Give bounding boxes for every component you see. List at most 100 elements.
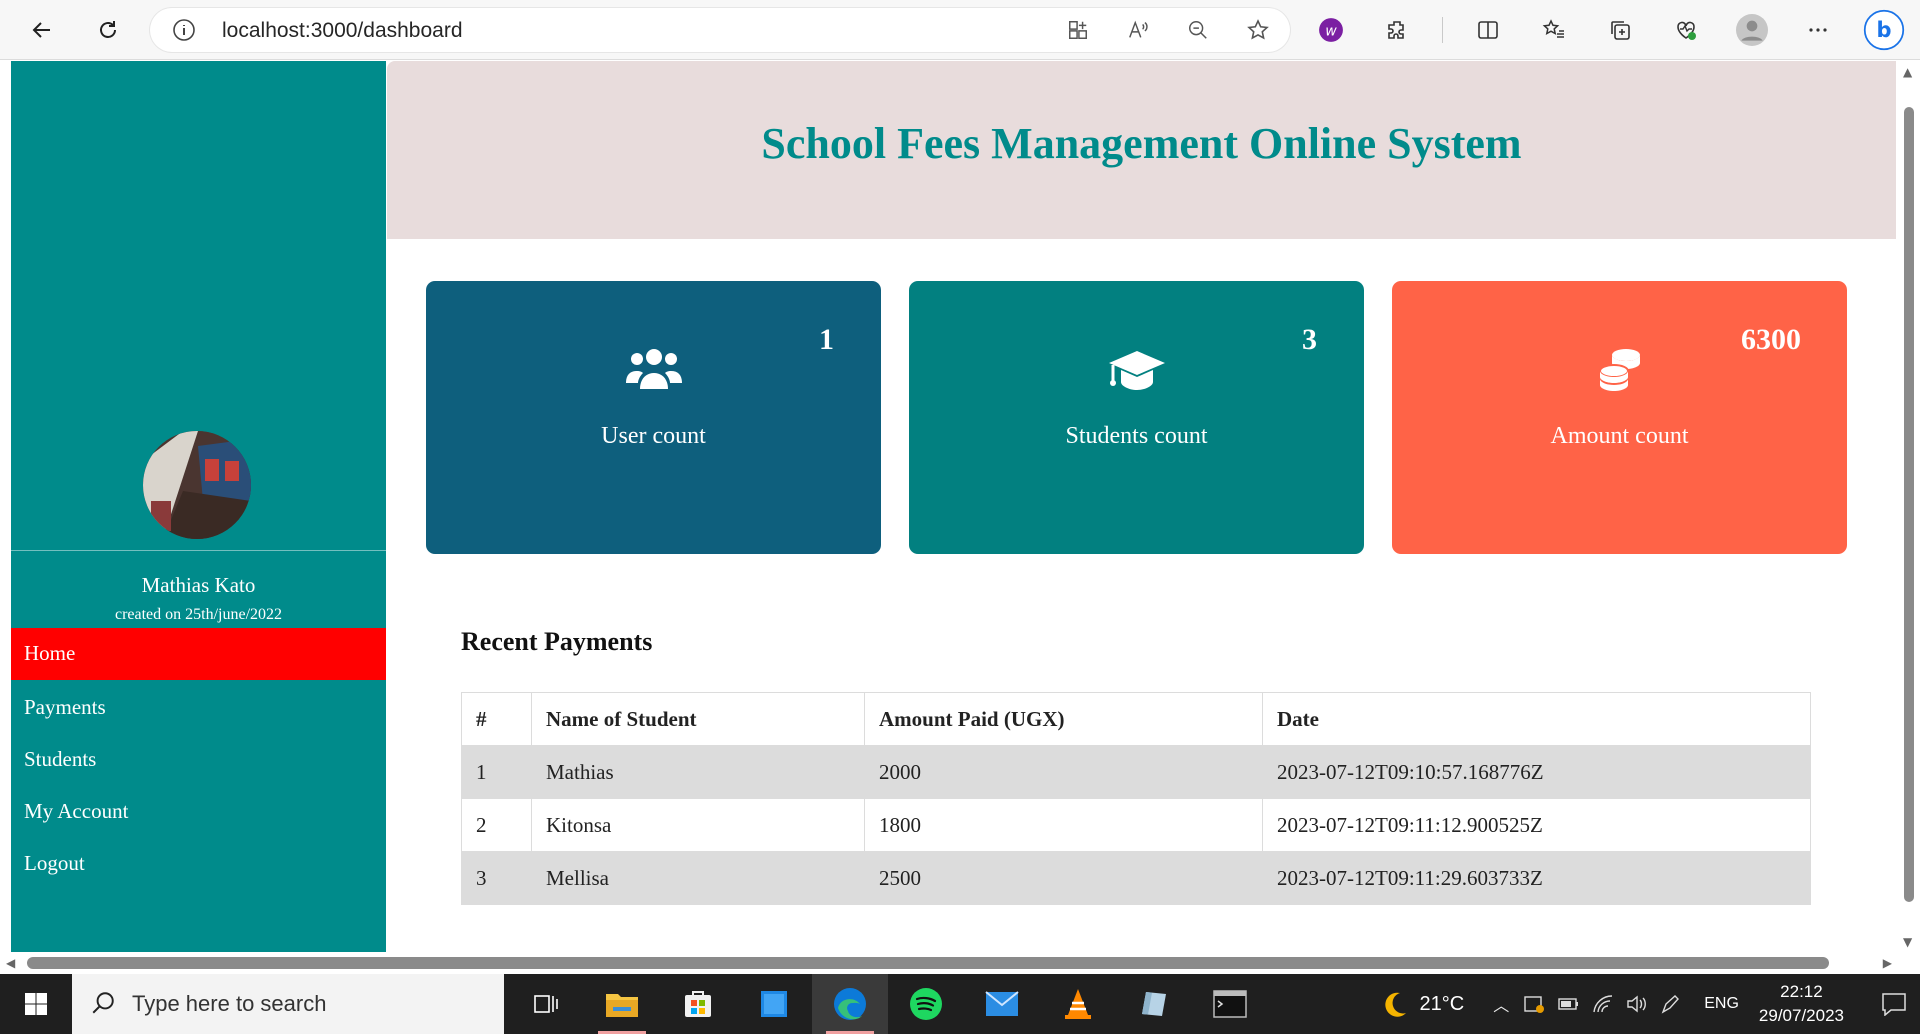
notifications-button[interactable] — [1874, 992, 1914, 1016]
refresh-icon — [100, 21, 116, 38]
battery-icon[interactable] — [1554, 989, 1584, 1019]
split-screen-icon[interactable] — [1467, 10, 1509, 50]
start-button[interactable] — [0, 974, 72, 1034]
taskbar-file-explorer[interactable] — [584, 974, 660, 1034]
sidebar-divider — [11, 550, 386, 551]
more-options-icon[interactable] — [1797, 10, 1839, 50]
language-indicator[interactable]: ENG — [1704, 995, 1739, 1013]
cell-student-name: Mathias — [531, 745, 865, 799]
table-header-row: # Name of Student Amount Paid (UGX) Date — [461, 692, 1811, 746]
bing-copilot-icon[interactable]: b — [1863, 9, 1905, 51]
table-row: 3 Mellisa 2500 2023-07-12T09:11:29.60373… — [461, 851, 1811, 905]
coins-icon — [1598, 349, 1640, 391]
wifi-icon[interactable] — [1588, 989, 1618, 1019]
pen-icon[interactable] — [1656, 989, 1686, 1019]
amount-count-value: 6300 — [1741, 323, 1801, 356]
taskbar-blue-app[interactable] — [736, 974, 812, 1034]
nav-item-logout[interactable]: Logout — [11, 838, 386, 890]
search-icon — [92, 992, 114, 1014]
refresh-button[interactable] — [90, 12, 126, 48]
vertical-scrollbar[interactable]: ▲ ▼ — [1898, 61, 1920, 953]
windows-taskbar: Type here to search 21°C ︿ ENG 22:12 29/… — [0, 974, 1920, 1034]
read-aloud-icon[interactable] — [1120, 16, 1156, 44]
extensions-puzzle-icon[interactable] — [1376, 10, 1418, 50]
taskbar-search-placeholder: Type here to search — [132, 991, 327, 1016]
cell-student-name: Kitonsa — [531, 798, 865, 852]
show-hidden-icons-icon[interactable]: ︿ — [1486, 989, 1516, 1019]
taskbar-edge[interactable] — [812, 974, 888, 1034]
cell-student-name: Mellisa — [531, 851, 865, 905]
extension-w-icon[interactable]: w — [1310, 10, 1352, 50]
column-header-name: Name of Student — [531, 692, 865, 746]
recent-payments-title: Recent Payments — [461, 627, 653, 656]
profile-avatar-icon[interactable] — [1731, 10, 1773, 50]
graduation-cap-icon — [1108, 351, 1165, 390]
terminal-icon — [1213, 990, 1247, 1018]
clock-date: 29/07/2023 — [1758, 1006, 1844, 1025]
task-view-button[interactable] — [508, 974, 584, 1034]
taskbar-notes-app[interactable] — [1116, 974, 1192, 1034]
scroll-down-icon[interactable]: ▼ — [1903, 935, 1912, 949]
cell-index: 3 — [461, 851, 532, 905]
user-name: Mathias Kato — [141, 573, 256, 597]
students-count-label: Students count — [1065, 423, 1208, 449]
vertical-scroll-thumb[interactable] — [1904, 107, 1914, 902]
taskbar-microsoft-store[interactable] — [660, 974, 736, 1034]
header-banner: School Fees Management Online System — [387, 61, 1896, 239]
back-button[interactable] — [24, 12, 60, 48]
nav-item-payments[interactable]: Payments — [11, 682, 386, 734]
moon-icon — [1384, 992, 1406, 1017]
collections-icon[interactable] — [1599, 10, 1641, 50]
scroll-up-icon[interactable]: ▲ — [1903, 65, 1912, 79]
mail-icon — [985, 991, 1019, 1016]
scroll-left-icon[interactable]: ◀ — [6, 956, 15, 970]
column-header-date: Date — [1262, 692, 1811, 746]
system-tray: 21°C ︿ ENG 22:12 29/07/2023 — [1380, 974, 1920, 1034]
taskbar-vlc[interactable] — [1040, 974, 1116, 1034]
user-count-label: User count — [601, 423, 706, 449]
weather-widget[interactable]: 21°C — [1380, 989, 1464, 1019]
taskbar-spotify[interactable] — [888, 974, 964, 1034]
app-available-icon[interactable] — [1060, 16, 1096, 44]
user-count-card: 1 User count — [426, 281, 881, 554]
payments-table: # Name of Student Amount Paid (UGX) Date… — [461, 692, 1811, 905]
favorites-list-icon[interactable] — [1533, 10, 1575, 50]
spotify-icon — [910, 988, 942, 1020]
page-title: School Fees Management Online System — [761, 119, 1522, 168]
folder-icon — [606, 994, 638, 1017]
browser-essentials-icon[interactable] — [1665, 10, 1707, 50]
cell-date: 2023-07-12T09:11:29.603733Z — [1262, 851, 1811, 905]
windows-logo-icon — [25, 993, 47, 1015]
nav-item-students[interactable]: Students — [11, 734, 386, 786]
svg-text:w: w — [1325, 23, 1337, 39]
address-bar[interactable]: localhost:3000/dashboard — [150, 8, 1290, 52]
taskbar-search-box[interactable]: Type here to search — [72, 974, 504, 1034]
security-icon[interactable] — [1520, 989, 1550, 1019]
nav-item-home[interactable]: Home — [11, 628, 386, 680]
column-header-amount: Amount Paid (UGX) — [864, 692, 1263, 746]
info-icon[interactable] — [172, 18, 196, 42]
user-count-value: 1 — [819, 323, 834, 356]
horizontal-scrollbar[interactable]: ◀ ▶ — [0, 953, 1898, 973]
cell-date: 2023-07-12T09:11:12.900525Z — [1262, 798, 1811, 852]
favorite-star-icon[interactable] — [1240, 16, 1276, 44]
browser-toolbar: localhost:3000/dashboard w b — [0, 0, 1920, 60]
nav-item-my-account[interactable]: My Account — [11, 786, 386, 838]
taskbar-terminal[interactable] — [1192, 974, 1268, 1034]
scroll-right-icon[interactable]: ▶ — [1883, 956, 1892, 970]
url-text[interactable]: localhost:3000/dashboard — [222, 19, 463, 43]
clock-time: 22:12 — [1780, 982, 1823, 1001]
back-arrow-icon — [32, 22, 50, 38]
cell-date: 2023-07-12T09:10:57.168776Z — [1262, 745, 1811, 799]
notes-icon — [1142, 992, 1166, 1016]
amount-count-card: 6300 Amount count — [1392, 281, 1847, 554]
taskbar-mail[interactable] — [964, 974, 1040, 1034]
horizontal-scroll-thumb[interactable] — [27, 957, 1829, 969]
table-row: 1 Mathias 2000 2023-07-12T09:10:57.16877… — [461, 745, 1811, 799]
clock[interactable]: 22:12 29/07/2023 — [1759, 980, 1844, 1028]
volume-icon[interactable] — [1622, 989, 1652, 1019]
zoom-out-icon[interactable] — [1180, 16, 1216, 44]
amount-count-label: Amount count — [1550, 423, 1689, 449]
users-icon — [625, 349, 682, 389]
column-header-index: # — [461, 692, 532, 746]
